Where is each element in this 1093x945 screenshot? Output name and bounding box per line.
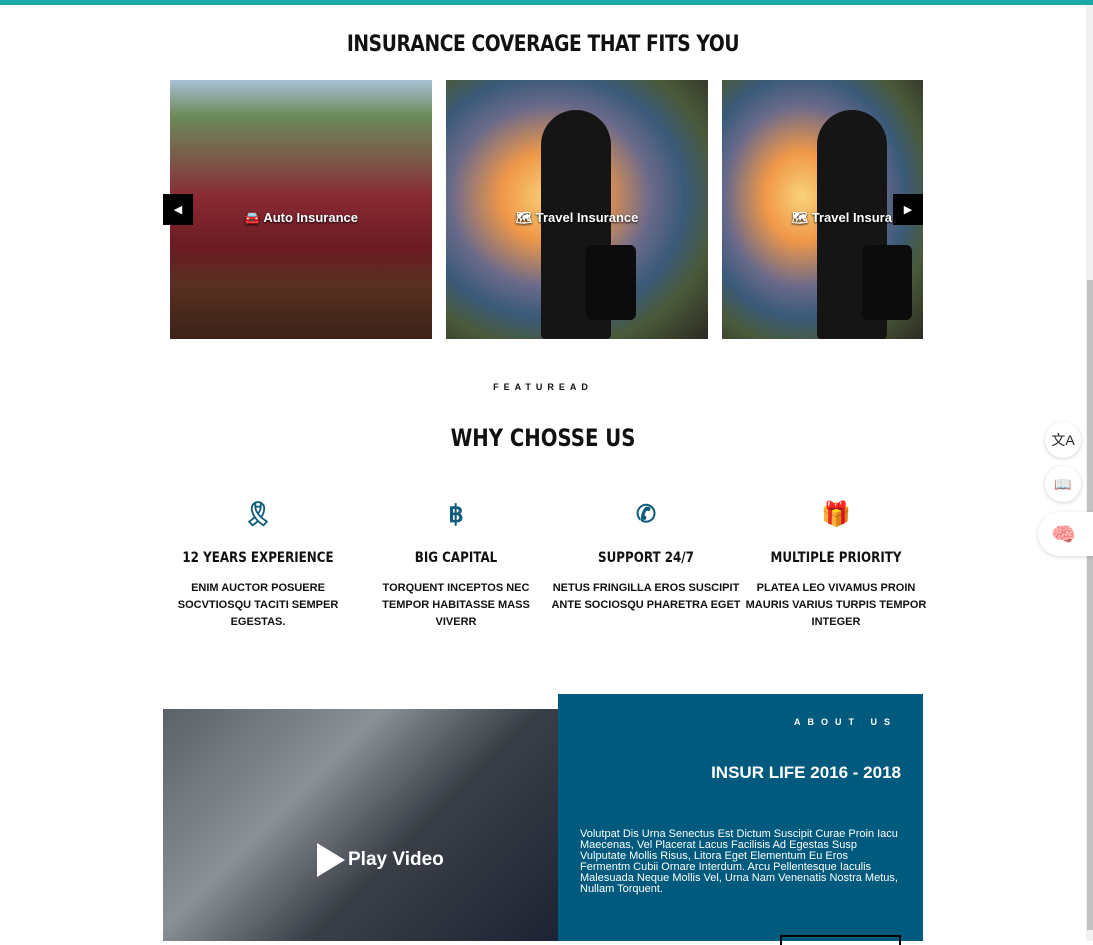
phone-icon: ✆ (635, 501, 657, 528)
feature-capital: ฿ BIG CAPITAL TORQUENT INCEPTOS NEC TEMP… (361, 500, 551, 631)
section-title: WHY CHOSSE US (450, 424, 636, 452)
carousel-next-button[interactable]: ▶ (893, 194, 923, 225)
feature-priority: 🎁 MULTIPLE PRIORITY PLATEA LEO VIVAMUS P… (741, 500, 931, 631)
about-panel: ABOUT US INSUR LIFE 2016 - 2018 Volutpat… (558, 694, 923, 945)
reader-button[interactable]: 📖 (1045, 466, 1081, 502)
car-icon: 🚘 (244, 210, 264, 225)
section-eyebrow: FEATUREAD (493, 382, 593, 392)
carousel-prev-button[interactable]: ◀ (163, 194, 193, 225)
slide-travel-insurance[interactable]: 🗺 Travel Insurance (446, 80, 708, 339)
map-icon: 🗺 (515, 210, 536, 225)
translate-icon: 文A (1051, 432, 1075, 448)
play-icon (317, 843, 345, 877)
suitcase (862, 245, 912, 320)
caret-right-icon: ▶ (903, 204, 913, 216)
gift-icon: 🎁 (821, 501, 851, 528)
caret-left-icon: ◀ (173, 204, 183, 216)
video-thumbnail: Play Video (163, 709, 558, 941)
about-button[interactable] (780, 935, 901, 945)
about-title: INSUR LIFE 2016 - 2018 (711, 763, 901, 782)
award-icon: 🎗 (242, 501, 274, 528)
translate-button[interactable]: 文A (1045, 422, 1081, 458)
ai-assistant-button[interactable]: 🧠 (1038, 512, 1093, 556)
scrollbar-thumb[interactable] (1087, 280, 1093, 930)
slide-auto-insurance[interactable]: 🚘 Auto Insurance (170, 80, 432, 339)
feature-support: ✆ SUPPORT 24/7 NETUS FRINGILLA EROS SUSC… (551, 501, 741, 611)
book-icon: 📖 (1054, 475, 1072, 492)
play-video-button[interactable]: Play Video (317, 843, 444, 877)
brain-icon: 🧠 (1051, 523, 1076, 546)
feature-experience: 🎗 12 YEARS EXPERIENCE ENIM AUCTOR POSUER… (163, 500, 353, 631)
about-eyebrow: ABOUT US (794, 717, 897, 727)
top-accent-bar (0, 0, 1093, 5)
section-title: INSURANCE COVERAGE THAT FITS YOU (346, 32, 740, 57)
suitcase (586, 245, 636, 320)
map-icon: 🗺 (791, 210, 812, 225)
about-text: Volutpat Dis Urna Senectus Est Dictum Su… (580, 828, 898, 895)
bitcoin-icon: ฿ (448, 501, 464, 528)
